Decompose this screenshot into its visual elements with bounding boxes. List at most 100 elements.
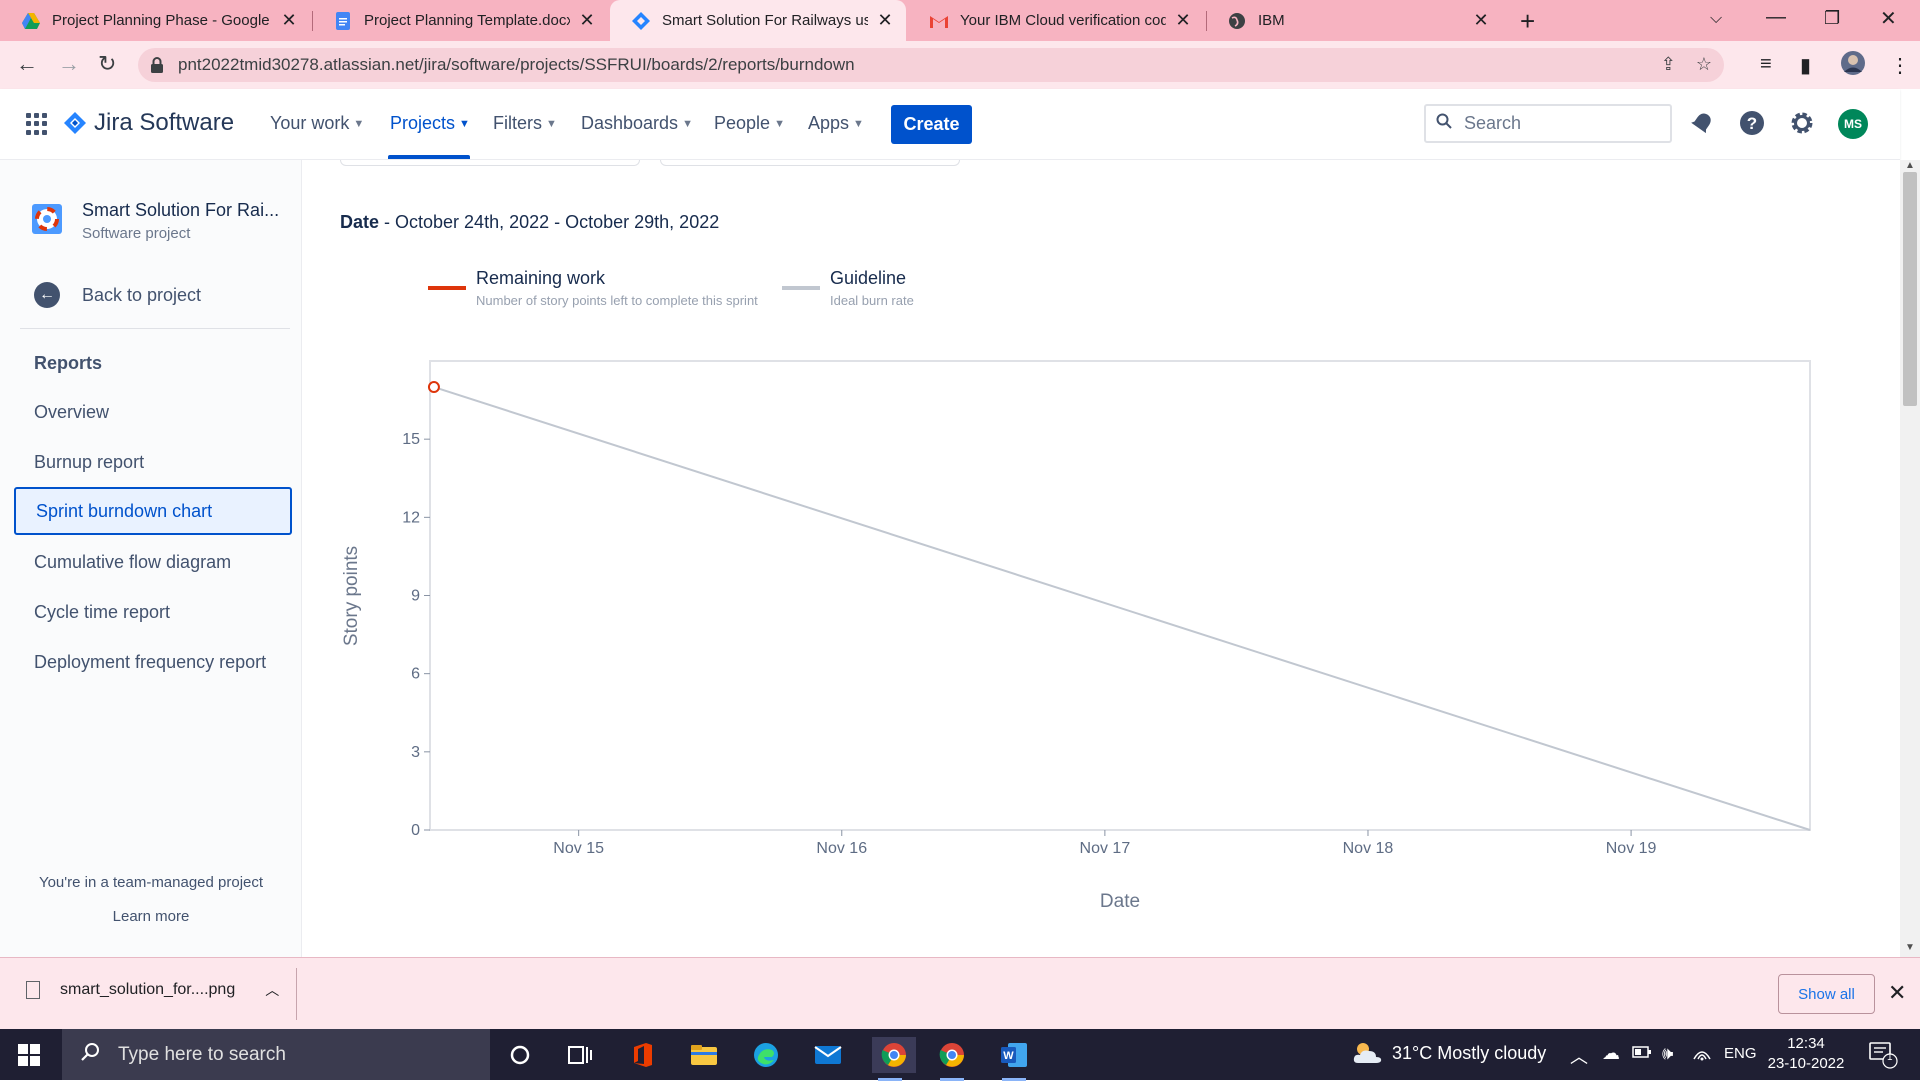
notifications-icon[interactable] <box>1688 109 1716 137</box>
cortana-icon[interactable] <box>502 1037 538 1073</box>
nav-filters[interactable]: Filters ▼ <box>493 113 557 134</box>
chrome-icon[interactable] <box>872 1037 916 1081</box>
close-tab-icon[interactable]: ✕ <box>280 10 298 31</box>
nav-apps[interactable]: Apps ▼ <box>808 113 864 134</box>
mail-icon[interactable] <box>810 1037 846 1073</box>
app-switcher-icon[interactable] <box>26 113 48 135</box>
x-axis-label: Date <box>1100 891 1140 912</box>
back-arrow-icon[interactable]: ← <box>16 51 38 77</box>
scroll-up-arrow-icon[interactable]: ▲ <box>1905 160 1915 171</box>
task-view-icon[interactable] <box>562 1037 598 1073</box>
browser-tab[interactable]: IBM ✕ <box>1206 0 1502 41</box>
wifi-icon[interactable] <box>1692 1043 1712 1066</box>
download-item[interactable]: smart_solution_for....png ︿ <box>26 980 279 1000</box>
close-tab-icon[interactable]: ✕ <box>1472 10 1490 31</box>
windows-start-icon[interactable] <box>18 1044 40 1066</box>
weather-text[interactable]: 31°C Mostly cloudy <box>1392 1043 1546 1064</box>
browser-tab-active[interactable]: Smart Solution For Railways usin ✕ <box>610 0 906 41</box>
search-input[interactable]: Search <box>1424 104 1672 143</box>
back-to-project-link[interactable]: ← Back to project <box>34 282 201 308</box>
browser-tab[interactable]: Project Planning Template.docx - ✕ <box>312 0 608 41</box>
y-tick-label: 15 <box>402 431 420 448</box>
project-sidebar: Smart Solution For Rai... Software proje… <box>0 160 302 957</box>
media-control-icon[interactable]: ≡ <box>1760 53 1772 76</box>
nav-projects[interactable]: Projects ▼ <box>390 113 470 134</box>
system-clock[interactable]: 12:34 23-10-2022 <box>1766 1034 1846 1074</box>
y-tick-label: 12 <box>402 509 420 526</box>
project-name[interactable]: Smart Solution For Rai... <box>82 200 279 221</box>
tab-search-chevron-icon[interactable]: ⌵ <box>1710 10 1722 28</box>
weather-cloud-icon[interactable] <box>1352 1041 1384 1070</box>
sidebar-item-overview[interactable]: Overview <box>14 388 292 436</box>
download-bar: smart_solution_for....png ︿ Show all ✕ <box>0 957 1920 1029</box>
nav-your-work[interactable]: Your work ▼ <box>270 113 364 134</box>
nav-people[interactable]: People ▼ <box>714 113 785 134</box>
language-indicator[interactable]: ENG <box>1724 1045 1757 1062</box>
page-scrollbar[interactable]: ▲ ▼ <box>1900 160 1920 957</box>
notifications-icon[interactable]: 1 <box>1868 1041 1898 1074</box>
profile-avatar-icon[interactable] <box>1840 50 1866 82</box>
x-tick-label: Nov 19 <box>1606 840 1657 857</box>
chevron-down-icon: ▼ <box>774 117 785 130</box>
google-docs-icon <box>334 11 352 30</box>
sidebar-item-sprint-burndown-chart[interactable]: Sprint burndown chart <box>14 487 292 535</box>
jira-top-nav: Jira Software Your work ▼ Projects ▼ Filte… <box>0 89 1900 160</box>
learn-more-link[interactable]: Learn more <box>0 908 302 925</box>
side-panel-icon[interactable]: ▮ <box>1800 53 1811 78</box>
show-all-button[interactable]: Show all <box>1778 974 1875 1014</box>
scroll-down-arrow-icon[interactable]: ▼ <box>1905 942 1915 953</box>
browser-tab[interactable]: Project Planning Phase - Google ✕ <box>0 0 310 41</box>
project-lifebuoy-icon <box>32 204 62 234</box>
clock-time: 12:34 <box>1787 1035 1825 1052</box>
forward-arrow-icon[interactable]: → <box>58 51 80 77</box>
scrollbar-thumb[interactable] <box>1903 172 1917 406</box>
office-icon[interactable] <box>624 1037 660 1073</box>
tray-chevron-up-icon[interactable]: ︿ <box>1570 1043 1588 1069</box>
user-avatar[interactable]: MS <box>1838 109 1868 139</box>
create-button[interactable]: Create <box>891 105 972 144</box>
nav-dashboards[interactable]: Dashboards ▼ <box>581 113 693 134</box>
sidebar-item-burnup-report[interactable]: Burnup report <box>14 438 292 486</box>
close-tab-icon[interactable]: ✕ <box>1174 10 1192 31</box>
x-tick-label: Nov 15 <box>553 840 604 857</box>
share-icon[interactable]: ⇪ <box>1661 54 1676 75</box>
taskbar-search-placeholder: Type here to search <box>118 1043 286 1065</box>
tab-title: Your IBM Cloud verification code <box>960 12 1166 29</box>
x-axis: Nov 15 Nov 16 Nov 17 Nov 18 Nov 19 <box>553 830 1657 857</box>
close-tab-icon[interactable]: ✕ <box>876 10 894 31</box>
browser-tab[interactable]: Your IBM Cloud verification code ✕ <box>908 0 1204 41</box>
reload-icon[interactable]: ↻ <box>98 51 116 77</box>
file-explorer-icon[interactable] <box>686 1037 722 1073</box>
new-tab-button[interactable]: + <box>1520 6 1535 37</box>
restore-button[interactable]: ❐ <box>1824 8 1840 29</box>
bookmark-star-icon[interactable]: ☆ <box>1696 54 1712 75</box>
volume-icon[interactable]: 🕪 <box>1662 1043 1673 1064</box>
chevron-down-icon: ▼ <box>546 117 557 130</box>
url-bar[interactable]: pnt2022tmid30278.atlassian.net/jira/soft… <box>138 48 1724 82</box>
edge-browser-icon[interactable] <box>748 1037 784 1073</box>
reports-heading: Reports <box>34 353 103 373</box>
onedrive-cloud-icon[interactable]: ☁ <box>1602 1043 1620 1064</box>
sidebar-item-cumulative-flow-diagram[interactable]: Cumulative flow diagram <box>14 538 292 586</box>
word-icon[interactable]: W <box>996 1037 1032 1081</box>
settings-gear-icon[interactable] <box>1788 109 1816 137</box>
jira-logo[interactable]: Jira Software <box>64 109 234 137</box>
help-icon[interactable]: ? <box>1738 109 1766 137</box>
chrome-profile-icon[interactable] <box>934 1037 970 1081</box>
close-tab-icon[interactable]: ✕ <box>578 10 596 31</box>
close-window-button[interactable]: ✕ <box>1880 6 1897 31</box>
chevron-down-icon: ▼ <box>459 117 470 130</box>
chevron-up-icon[interactable]: ︿ <box>265 980 279 1000</box>
search-placeholder: Search <box>1464 113 1522 133</box>
more-menu-icon[interactable]: ⋮ <box>1890 53 1910 78</box>
search-icon <box>1436 113 1452 134</box>
sidebar-item-deployment-frequency-report[interactable]: Deployment frequency report <box>14 638 292 686</box>
taskbar-search-input[interactable]: Type here to search <box>62 1029 490 1080</box>
file-icon <box>26 981 40 999</box>
close-download-bar-icon[interactable]: ✕ <box>1888 980 1906 1006</box>
sidebar-item-cycle-time-report[interactable]: Cycle time report <box>14 588 292 636</box>
battery-icon[interactable] <box>1632 1043 1652 1064</box>
windows-taskbar: Type here to search W 31°C Mostly cloudy… <box>0 1029 1920 1081</box>
y-axis: 0 3 6 9 12 15 <box>402 431 430 839</box>
minimize-button[interactable]: — <box>1766 6 1786 29</box>
